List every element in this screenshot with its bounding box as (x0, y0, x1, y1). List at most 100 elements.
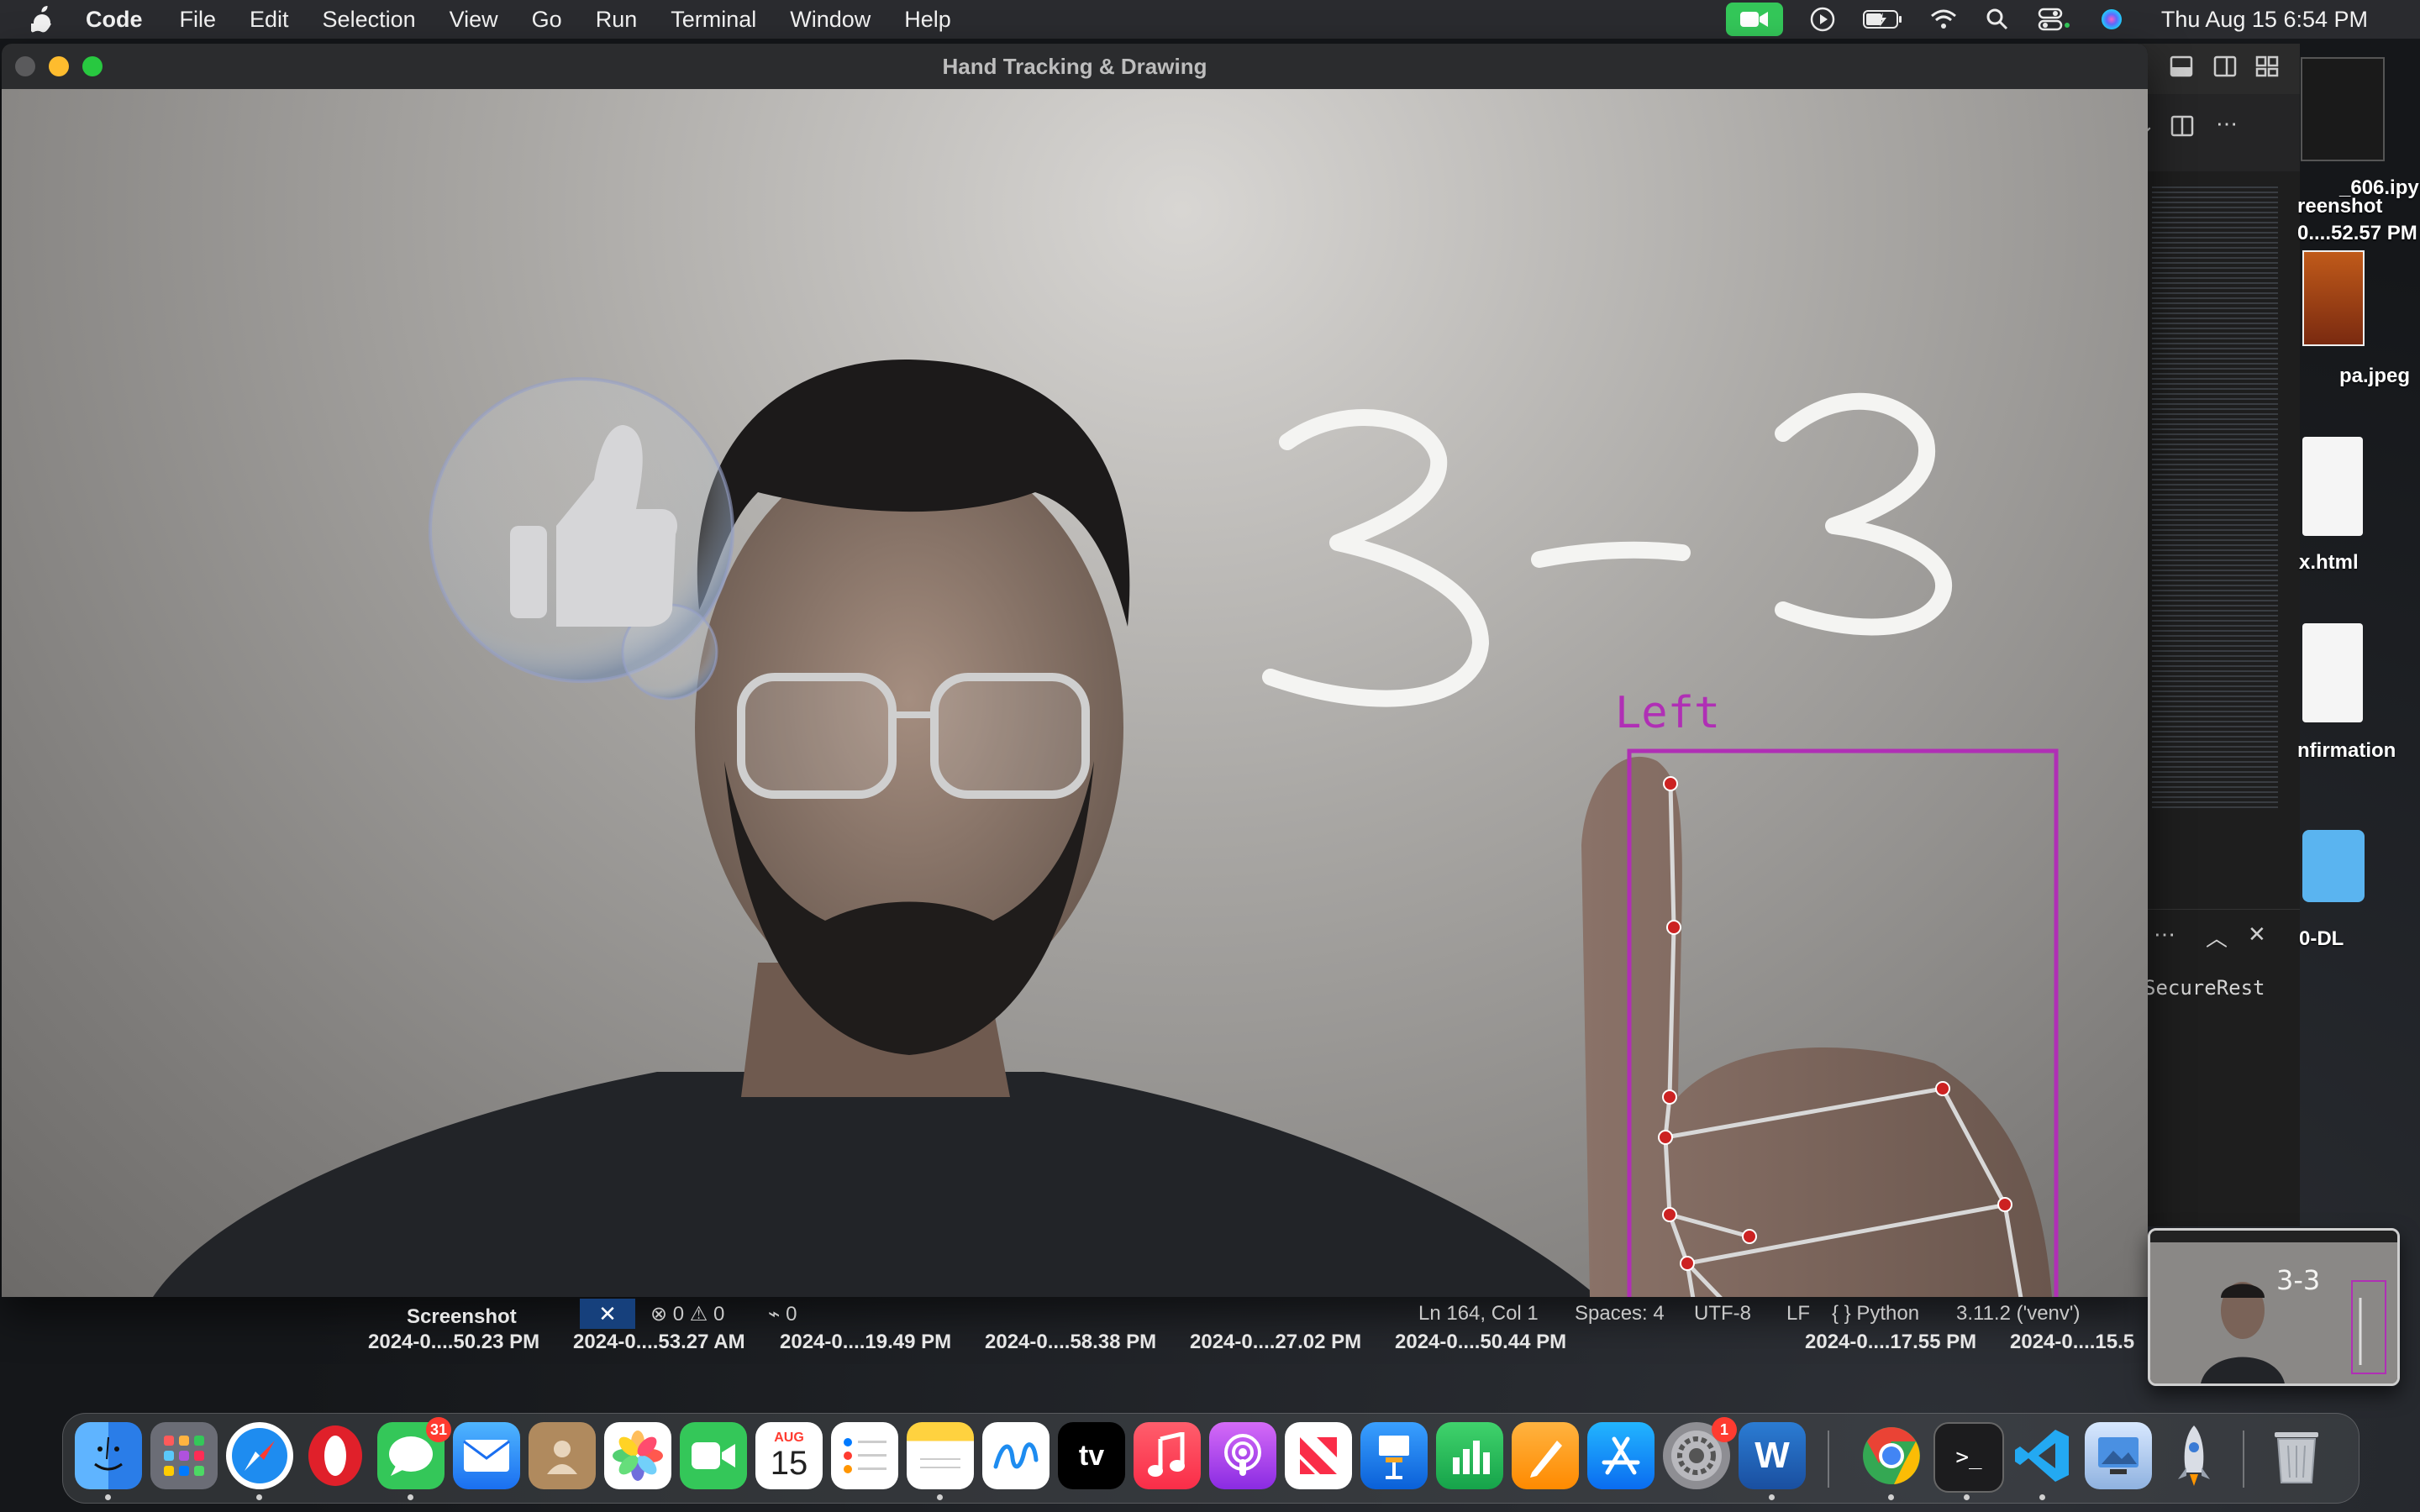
numbers-icon[interactable] (1436, 1422, 1503, 1489)
finder-icon[interactable] (75, 1422, 142, 1489)
menu-selection[interactable]: Selection (323, 7, 416, 33)
music-icon[interactable] (1134, 1422, 1201, 1489)
terminal-icon[interactable]: >_ (1933, 1422, 2004, 1493)
menu-run[interactable]: Run (596, 7, 638, 33)
safari-icon[interactable] (226, 1422, 293, 1489)
screenshot-thumbnail-preview[interactable]: 3-3 (2148, 1228, 2400, 1386)
image-file-icon[interactable] (2302, 250, 2365, 346)
menu-clock[interactable]: Thu Aug 15 6:54 PM (2161, 7, 2368, 33)
system-settings-icon[interactable]: 1 (1663, 1417, 1737, 1489)
desktop-screenshot-3[interactable]: 2024-0....19.49 PM (780, 1331, 951, 1354)
pages-icon[interactable] (1512, 1422, 1579, 1489)
dock-separator-2 (2243, 1431, 2244, 1488)
apple-menu-icon[interactable] (30, 5, 55, 34)
freeform-icon[interactable] (982, 1422, 1050, 1489)
vscode-icon[interactable] (2009, 1422, 2076, 1489)
desktop-screenshot-2[interactable]: 2024-0....53.27 AM (573, 1331, 745, 1354)
panel-more-icon[interactable]: ⋯ (2154, 921, 2175, 948)
photos-icon[interactable] (604, 1422, 671, 1489)
desktop-screenshot-4[interactable]: 2024-0....58.38 PM (985, 1331, 1156, 1354)
calendar-icon[interactable]: AUG 15 (755, 1422, 823, 1489)
more-actions-icon[interactable]: ⋯ (2216, 111, 2238, 137)
wifi-icon[interactable] (1929, 7, 1958, 32)
desktop-label-html[interactable]: x.html (2299, 551, 2359, 575)
indentation-setting[interactable]: Spaces: 4 (1575, 1302, 1665, 1326)
customize-layout-icon[interactable] (2254, 54, 2280, 85)
menu-file[interactable]: File (180, 7, 217, 33)
menu-view[interactable]: View (450, 7, 498, 33)
battery-icon[interactable] (1862, 7, 1904, 32)
pdf-file-icon[interactable] (2302, 623, 2363, 722)
menu-window[interactable]: Window (790, 7, 871, 33)
vscode-title-area (2135, 44, 2300, 94)
keynote-icon[interactable] (1360, 1422, 1428, 1489)
desktop-screenshot-5[interactable]: 2024-0....27.02 PM (1190, 1331, 1361, 1354)
desktop-screenshot-7[interactable]: 2024-0....17.55 PM (1805, 1331, 1976, 1354)
editor-minimap[interactable] (2152, 186, 2278, 808)
preview-drawing-text: 3-3 (2276, 1264, 2320, 1296)
menu-help[interactable]: Help (904, 7, 951, 33)
window-titlebar[interactable]: Hand Tracking & Drawing (2, 44, 2148, 90)
trash-icon[interactable] (2263, 1422, 2330, 1489)
notebook-file-icon[interactable] (2301, 57, 2385, 161)
play-circle-icon[interactable] (1808, 7, 1837, 32)
rocket-icon[interactable] (2160, 1422, 2228, 1489)
menu-edit[interactable]: Edit (250, 7, 289, 33)
chrome-icon[interactable] (1858, 1422, 1925, 1489)
desktop-label-folder[interactable]: 0-DL (2299, 927, 2344, 951)
desktop-label-screenshot-folder[interactable]: Screenshot (407, 1305, 517, 1329)
news-icon[interactable] (1285, 1422, 1352, 1489)
remote-window-button[interactable]: ✕ (580, 1299, 635, 1329)
folder-icon[interactable] (2302, 830, 2365, 902)
preview-icon[interactable] (2085, 1422, 2152, 1489)
menu-app-name[interactable]: Code (86, 7, 143, 33)
python-interpreter[interactable]: 3.11.2 ('venv') (1956, 1302, 2080, 1326)
apple-tv-icon[interactable]: tv (1058, 1422, 1125, 1489)
vscode-running-dot (2039, 1494, 2045, 1500)
desktop-screenshot-8[interactable]: 2024-0....15.5 (2010, 1331, 2134, 1354)
desktop-label-screenshot[interactable]: reenshot (2297, 195, 2382, 218)
chrome-running-dot (1888, 1494, 1894, 1500)
notes-icon[interactable] (907, 1422, 974, 1489)
toggle-panel-icon[interactable] (2169, 54, 2194, 85)
problems-indicator[interactable]: ⊗ 0 ⚠ 0 (650, 1302, 724, 1326)
spotlight-search-icon[interactable] (1983, 7, 2012, 32)
terminal-running-dot (1964, 1494, 1970, 1500)
vscode-editor-actions: ⌄ ⋯ (2135, 94, 2300, 171)
close-panel-icon[interactable]: ✕ (2248, 921, 2266, 948)
ports-indicator[interactable]: ⌁ 0 (768, 1302, 797, 1326)
html-file-icon[interactable] (2302, 437, 2363, 536)
dock: 31 AUG 15 tv 1 W >_ (62, 1413, 2360, 1504)
word-icon[interactable]: W (1739, 1422, 1806, 1489)
facetime-icon[interactable] (680, 1422, 747, 1489)
maximize-panel-icon[interactable]: ︿ (2206, 921, 2228, 953)
desktop-screenshot-6[interactable]: 2024-0....50.44 PM (1395, 1331, 1566, 1354)
app-store-icon[interactable] (1587, 1422, 1655, 1489)
toggle-secondary-sidebar-icon[interactable] (2212, 54, 2238, 85)
split-editor-icon[interactable] (2170, 114, 2194, 144)
word-running-dot (1769, 1494, 1775, 1500)
launchpad-icon[interactable] (150, 1422, 218, 1489)
menu-go[interactable]: Go (532, 7, 562, 33)
eol-setting[interactable]: LF (1786, 1302, 1810, 1326)
control-center-icon[interactable] (2037, 7, 2072, 32)
encoding-setting[interactable]: UTF-8 (1694, 1302, 1751, 1326)
mail-icon[interactable] (453, 1422, 520, 1489)
messages-icon[interactable]: 31 (377, 1417, 451, 1489)
cursor-position[interactable]: Ln 164, Col 1 (1418, 1302, 1539, 1326)
menu-terminal[interactable]: Terminal (671, 7, 756, 33)
desktop-label-jpeg[interactable]: pa.jpeg (2339, 365, 2410, 388)
raised-hand (1581, 756, 2052, 1297)
desktop-label-pdf[interactable]: nfirmation (2297, 739, 2396, 763)
calendar-day: 15 (770, 1445, 808, 1482)
language-mode[interactable]: { } Python (1832, 1302, 1919, 1326)
camera-in-use-icon[interactable] (1725, 3, 1783, 36)
reminders-icon[interactable] (831, 1422, 898, 1489)
desktop-label-screenshot-time[interactable]: 0....52.57 PM (2297, 222, 2417, 245)
panel-header: ⋯ ︿ ✕ (2135, 909, 2300, 969)
siri-icon[interactable] (2097, 7, 2126, 32)
desktop-screenshot-1[interactable]: 2024-0....50.23 PM (368, 1331, 539, 1354)
podcasts-icon[interactable] (1209, 1422, 1276, 1489)
contacts-icon[interactable] (529, 1422, 596, 1489)
opera-icon[interactable] (302, 1422, 369, 1489)
